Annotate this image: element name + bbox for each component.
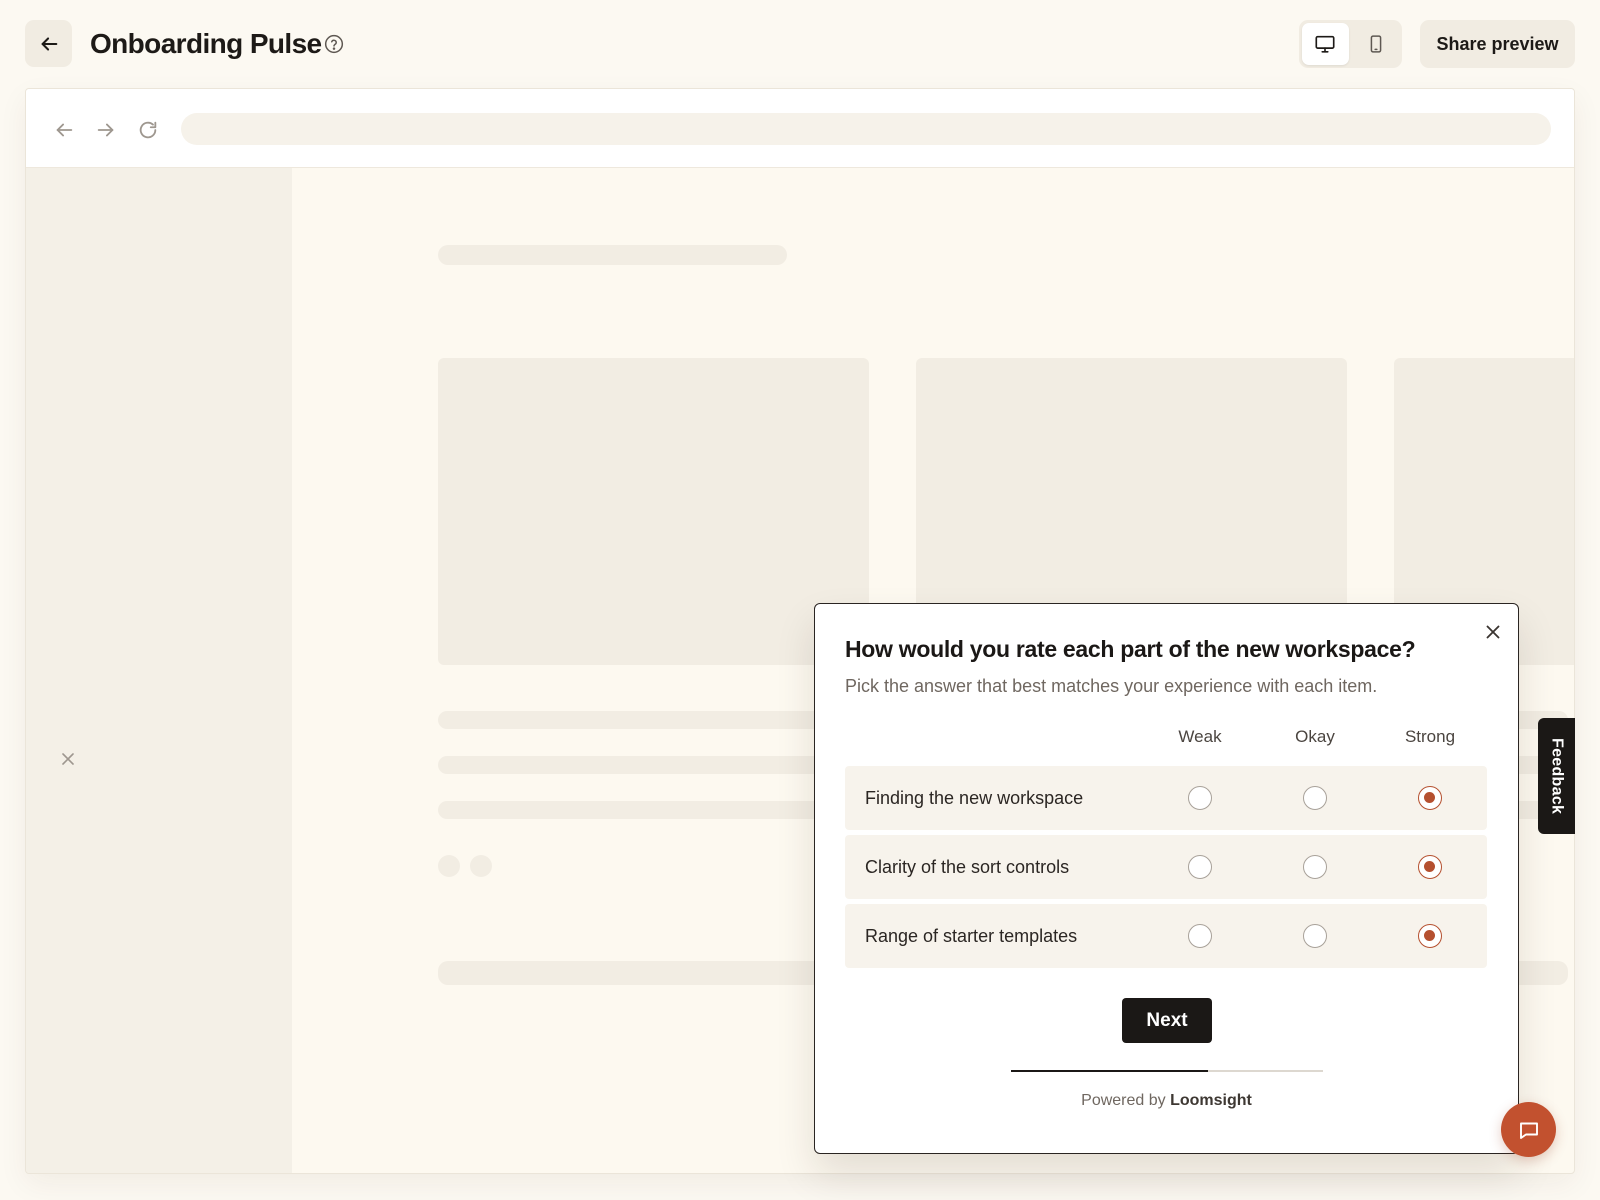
preview-sidebar <box>26 168 292 1173</box>
matrix-row: Finding the new workspace <box>845 766 1487 830</box>
feedback-tab[interactable]: Feedback <box>1538 718 1575 834</box>
matrix-row: Clarity of the sort controls <box>845 835 1487 899</box>
column-label-weak: Weak <box>1178 727 1222 746</box>
chat-button[interactable] <box>1501 1102 1556 1157</box>
row-label: Finding the new workspace <box>865 788 1084 808</box>
mobile-view-button[interactable] <box>1353 23 1400 65</box>
skeleton-dot <box>470 855 492 877</box>
row-label: Clarity of the sort controls <box>865 857 1070 877</box>
next-button[interactable]: Next <box>1122 998 1212 1043</box>
survey-hint: Pick the answer that best matches your e… <box>845 676 1378 696</box>
radio-okay[interactable] <box>1303 786 1327 810</box>
phone-icon <box>1370 35 1382 53</box>
url-bar[interactable] <box>181 113 1551 145</box>
column-label-strong: Strong <box>1404 727 1456 746</box>
arrow-left-icon <box>41 36 57 51</box>
radio-weak[interactable] <box>1188 786 1212 810</box>
survey-progress <box>1011 1070 1323 1072</box>
desktop-view-button[interactable] <box>1302 23 1349 65</box>
radio-weak[interactable] <box>1188 855 1212 879</box>
close-icon[interactable] <box>60 751 76 767</box>
feedback-tab-label: Feedback <box>1548 737 1566 815</box>
radio-strong[interactable] <box>1418 786 1442 810</box>
radio-weak[interactable] <box>1188 924 1212 948</box>
radio-strong[interactable] <box>1418 855 1442 879</box>
survey-question: How would you rate each part of the new … <box>845 636 1416 662</box>
radio-okay[interactable] <box>1303 855 1327 879</box>
view-mode-toggle <box>1299 20 1402 68</box>
reload-icon[interactable] <box>137 119 159 141</box>
skeleton-card <box>438 358 869 665</box>
survey-progress-fill <box>1011 1070 1208 1072</box>
share-preview-button[interactable]: Share preview <box>1420 20 1575 68</box>
column-label-okay: Okay <box>1295 727 1335 746</box>
browser-forward-icon[interactable] <box>95 119 117 141</box>
close-icon[interactable] <box>1483 622 1503 642</box>
back-button[interactable] <box>25 20 72 67</box>
powered-by: Powered by Loomsight <box>815 1092 1518 1110</box>
page-title: Onboarding Pulse <box>90 28 322 59</box>
powered-by-prefix: Powered by <box>1081 1092 1166 1109</box>
radio-strong[interactable] <box>1418 924 1442 948</box>
radio-okay[interactable] <box>1303 924 1327 948</box>
browser-toolbar <box>26 89 1574 168</box>
brand-name[interactable]: Loomsight <box>1170 1092 1252 1109</box>
skeleton-dot <box>438 855 460 877</box>
browser-back-icon[interactable] <box>53 119 75 141</box>
skeleton-heading <box>438 245 787 265</box>
row-label: Range of starter templates <box>865 926 1078 946</box>
survey-modal: How would you rate each part of the new … <box>814 603 1519 1154</box>
monitor-icon <box>1315 35 1335 53</box>
question-circle-icon[interactable] <box>324 34 344 54</box>
chat-bubble-icon <box>1519 1122 1538 1139</box>
matrix-row: Range of starter templates <box>845 904 1487 968</box>
